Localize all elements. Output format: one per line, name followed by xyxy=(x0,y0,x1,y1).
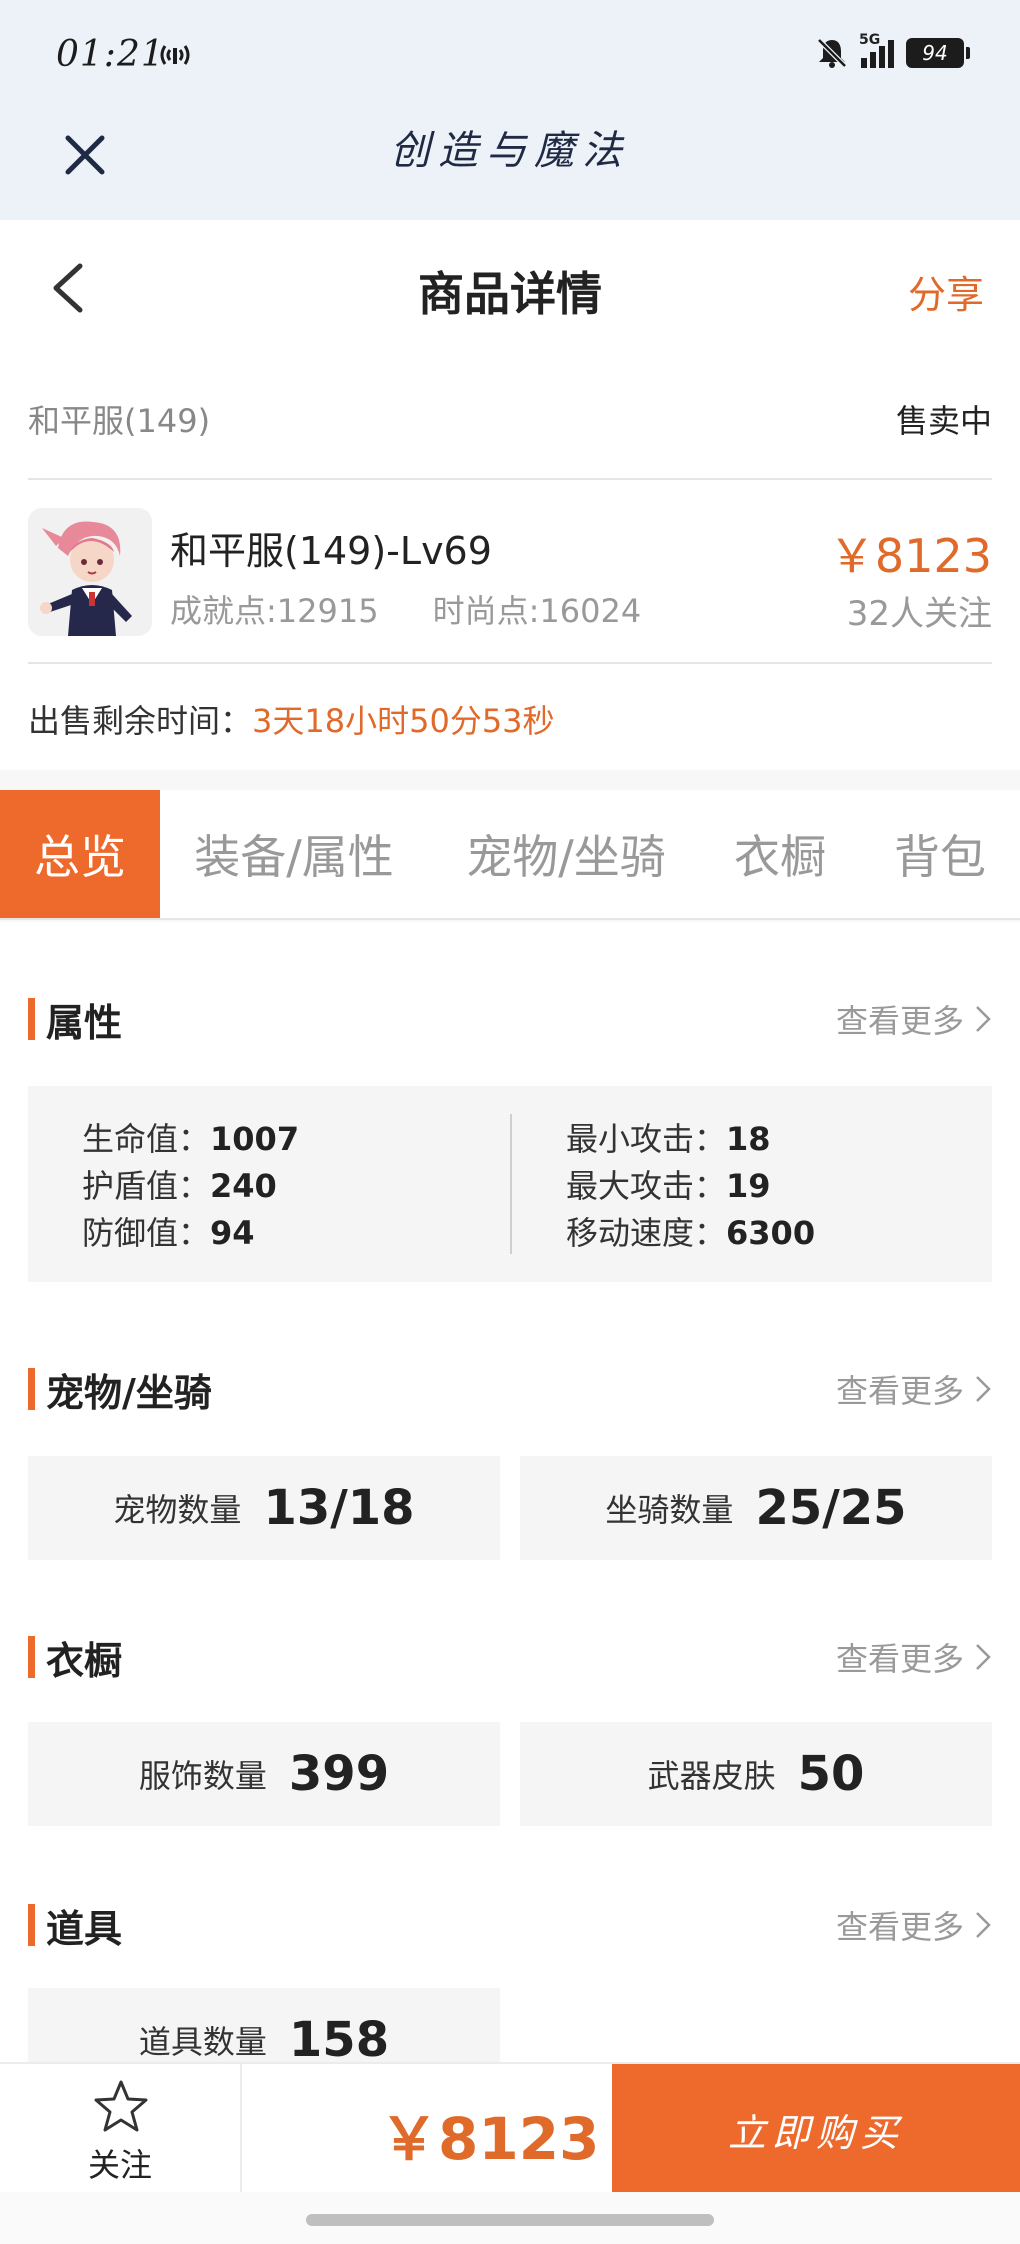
follow-label: 关注 xyxy=(87,2146,152,2184)
buy-now-button[interactable]: 立即购买 xyxy=(612,2064,1020,2194)
system-nav-bar xyxy=(0,2192,1020,2244)
stat-label: 道具数量 xyxy=(138,2023,267,2061)
section-marker xyxy=(28,998,35,1040)
view-more-label: 查看更多 xyxy=(835,1640,964,1678)
bottom-action-bar: 关注 ￥8123 立即购买 xyxy=(0,2062,1020,2194)
sale-status: 售卖中 xyxy=(895,402,992,440)
stat-label: 武器皮肤 xyxy=(647,1757,776,1795)
page-header: 商品详情 分享 xyxy=(0,220,1020,350)
chevron-right-icon xyxy=(976,1006,991,1032)
stat-label: 服饰数量 xyxy=(138,1757,267,1795)
character-image xyxy=(28,508,152,636)
weapon-skin-card: 武器皮肤 50 xyxy=(520,1722,992,1826)
attributes-right: 最小攻击：18 最大攻击：19 移动速度：6300 xyxy=(566,1116,815,1257)
view-more-button[interactable]: 查看更多 xyxy=(836,1634,992,1680)
divider xyxy=(28,478,992,480)
view-more-label: 查看更多 xyxy=(835,1908,964,1946)
timer-label: 出售剩余时间： xyxy=(28,702,253,740)
bottom-price: ￥8123 xyxy=(380,2105,600,2173)
attributes-header: 属性 查看更多 xyxy=(28,988,992,1048)
product-name-row: 和平服(149) 售卖中 xyxy=(28,396,992,442)
stat-value: 399 xyxy=(288,1746,390,1802)
divider xyxy=(28,662,992,664)
tab-bar: 总览 装备/属性 宠物/坐骑 衣橱 背包 xyxy=(0,790,1020,920)
status-bar: 01:21 5G 94 xyxy=(0,0,1020,110)
section-title: 宠物/坐骑 xyxy=(46,1371,212,1415)
tab-overview[interactable]: 总览 xyxy=(0,790,160,918)
stat-label: 坐骑数量 xyxy=(605,1491,734,1529)
stat-label: 宠物数量 xyxy=(113,1491,242,1529)
item-points: 成就点:12915 时尚点:16024 xyxy=(170,586,641,632)
view-more-button[interactable]: 查看更多 xyxy=(836,1902,992,1948)
battery-level: 94 xyxy=(922,41,948,65)
achievement-points: 成就点:12915 xyxy=(170,592,379,630)
mute-bell-icon xyxy=(817,38,847,68)
view-more-button[interactable]: 查看更多 xyxy=(836,1366,992,1412)
follow-button[interactable]: 关注 xyxy=(0,2064,242,2192)
item-title: 和平服(149)-Lv69 xyxy=(170,529,492,573)
signal-icon: 5G xyxy=(859,32,894,68)
outfit-count-card: 服饰数量 399 xyxy=(28,1722,500,1826)
view-more-label: 查看更多 xyxy=(835,1002,964,1040)
stat-value: 13/18 xyxy=(263,1480,415,1536)
section-marker xyxy=(28,1636,35,1678)
chevron-right-icon xyxy=(976,1376,991,1402)
star-icon xyxy=(94,2080,148,2132)
attr-defense: 防御值：94 xyxy=(82,1214,255,1252)
pets-header: 宠物/坐骑 查看更多 xyxy=(28,1358,992,1418)
timer-value: 3天18小时50分53秒 xyxy=(252,702,555,740)
section-marker xyxy=(28,1368,35,1410)
pet-count-card: 宠物数量 13/18 xyxy=(28,1456,500,1560)
attr-min-attack: 最小攻击：18 xyxy=(566,1120,771,1158)
sale-timer: 出售剩余时间：3天18小时50分53秒 xyxy=(28,696,555,742)
stat-value: 158 xyxy=(288,2012,390,2068)
network-label: 5G xyxy=(859,32,881,48)
follow-count: 32人关注 xyxy=(846,594,992,634)
view-more-button[interactable]: 查看更多 xyxy=(836,996,992,1042)
section-title: 道具 xyxy=(46,1907,123,1951)
attr-shield: 护盾值：240 xyxy=(82,1167,277,1205)
attributes-left: 生命值：1007 护盾值：240 防御值：94 xyxy=(82,1116,299,1257)
home-indicator[interactable] xyxy=(306,2214,714,2226)
attr-hp: 生命值：1007 xyxy=(82,1120,300,1158)
battery-icon: 94 xyxy=(906,38,970,68)
attributes-panel: 生命值：1007 护盾值：240 防御值：94 最小攻击：18 最大攻击：19 … xyxy=(28,1086,992,1282)
hotspot-icon xyxy=(160,45,190,65)
items-header: 道具 查看更多 xyxy=(28,1894,992,1954)
character-avatar[interactable] xyxy=(28,508,152,636)
product-price: ￥8123 xyxy=(828,529,992,583)
tab-equipment[interactable]: 装备/属性 xyxy=(180,790,408,918)
page-title: 商品详情 xyxy=(418,267,602,321)
tab-pets[interactable]: 宠物/坐骑 xyxy=(452,790,680,918)
tab-bag[interactable]: 背包 xyxy=(874,790,1006,918)
wardrobe-header: 衣橱 查看更多 xyxy=(28,1626,992,1686)
attr-move-speed: 移动速度：6300 xyxy=(566,1214,816,1252)
chevron-right-icon xyxy=(976,1912,991,1938)
app-title: 创造与魔法 xyxy=(390,128,630,174)
stat-value: 25/25 xyxy=(755,1480,907,1536)
product-name: 和平服(149) xyxy=(28,402,211,440)
tab-wardrobe[interactable]: 衣橱 xyxy=(714,790,846,918)
status-time: 01:21 xyxy=(56,34,165,75)
section-marker xyxy=(28,1904,35,1946)
section-title: 衣橱 xyxy=(46,1639,123,1683)
share-button[interactable]: 分享 xyxy=(908,264,984,319)
chevron-right-icon xyxy=(976,1644,991,1670)
attributes-separator xyxy=(510,1114,512,1254)
overview-content: 属性 查看更多 生命值：1007 护盾值：240 防御值：94 最小攻击：18 … xyxy=(0,922,1020,2092)
attr-max-attack: 最大攻击：19 xyxy=(566,1167,771,1205)
section-title: 属性 xyxy=(46,1001,123,1045)
stat-value: 50 xyxy=(797,1746,865,1802)
product-info: 和平服(149) 售卖中 和平服(149)-Lv69 成就点:12915 时尚点… xyxy=(0,350,1020,770)
view-more-label: 查看更多 xyxy=(835,1372,964,1410)
app-bar: 创造与魔法 xyxy=(0,110,1020,220)
fashion-points: 时尚点:16024 xyxy=(432,592,642,630)
mount-count-card: 坐骑数量 25/25 xyxy=(520,1456,992,1560)
